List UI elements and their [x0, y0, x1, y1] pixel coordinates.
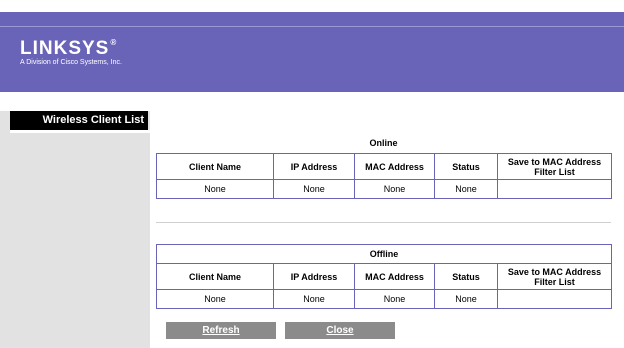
- table-row: None None None None: [156, 179, 612, 199]
- offline-title-row: Offline: [155, 244, 613, 264]
- brand-tagline: A Division of Cisco Systems, Inc.: [20, 59, 122, 66]
- sidebar-title-underline: [10, 130, 150, 133]
- cell-mac-address: None: [354, 179, 435, 199]
- offline-client-table: Offline Client Name IP Address MAC Addre…: [155, 244, 613, 309]
- cell-mac-address: None: [354, 289, 435, 309]
- column-header-ip-address: IP Address: [273, 263, 355, 290]
- table-row: None None None None: [156, 289, 613, 309]
- registered-mark: ®: [110, 38, 117, 47]
- column-header-mac-address: MAC Address: [354, 263, 435, 290]
- online-client-table: Client Name IP Address MAC Address Statu…: [156, 153, 612, 199]
- cell-ip-address: None: [273, 179, 355, 199]
- table-header-row: Client Name IP Address MAC Address Statu…: [156, 153, 612, 180]
- column-header-save-to-filter: Save to MAC Address Filter List: [496, 263, 613, 290]
- column-header-save-to-filter: Save to MAC Address Filter List: [497, 153, 612, 180]
- cell-save-to-filter: [497, 179, 612, 199]
- column-header-status: Status: [434, 263, 498, 290]
- refresh-button[interactable]: Refresh: [166, 322, 276, 339]
- cell-save-to-filter: [496, 289, 613, 309]
- cell-status: None: [434, 289, 498, 309]
- column-header-status: Status: [434, 153, 498, 180]
- linksys-logo: LINKSYS®: [20, 38, 117, 59]
- table-header-row: Client Name IP Address MAC Address Statu…: [156, 263, 613, 290]
- column-header-mac-address: MAC Address: [354, 153, 435, 180]
- close-button[interactable]: Close: [285, 322, 395, 339]
- sidebar-title: Wireless Client List: [10, 111, 148, 130]
- column-header-ip-address: IP Address: [273, 153, 355, 180]
- offline-section-title: Offline: [155, 244, 613, 264]
- top-strip: [0, 0, 624, 12]
- section-divider: [156, 222, 611, 223]
- cell-client-name: None: [156, 289, 274, 309]
- online-section-title: Online: [369, 138, 398, 148]
- column-header-client-name: Client Name: [156, 153, 274, 180]
- cell-ip-address: None: [273, 289, 355, 309]
- column-header-client-name: Client Name: [156, 263, 274, 290]
- cell-status: None: [434, 179, 498, 199]
- header-divider-line: [0, 26, 624, 27]
- sidebar: [0, 111, 150, 348]
- logo-text: LINKSYS: [20, 38, 110, 59]
- cell-client-name: None: [156, 179, 274, 199]
